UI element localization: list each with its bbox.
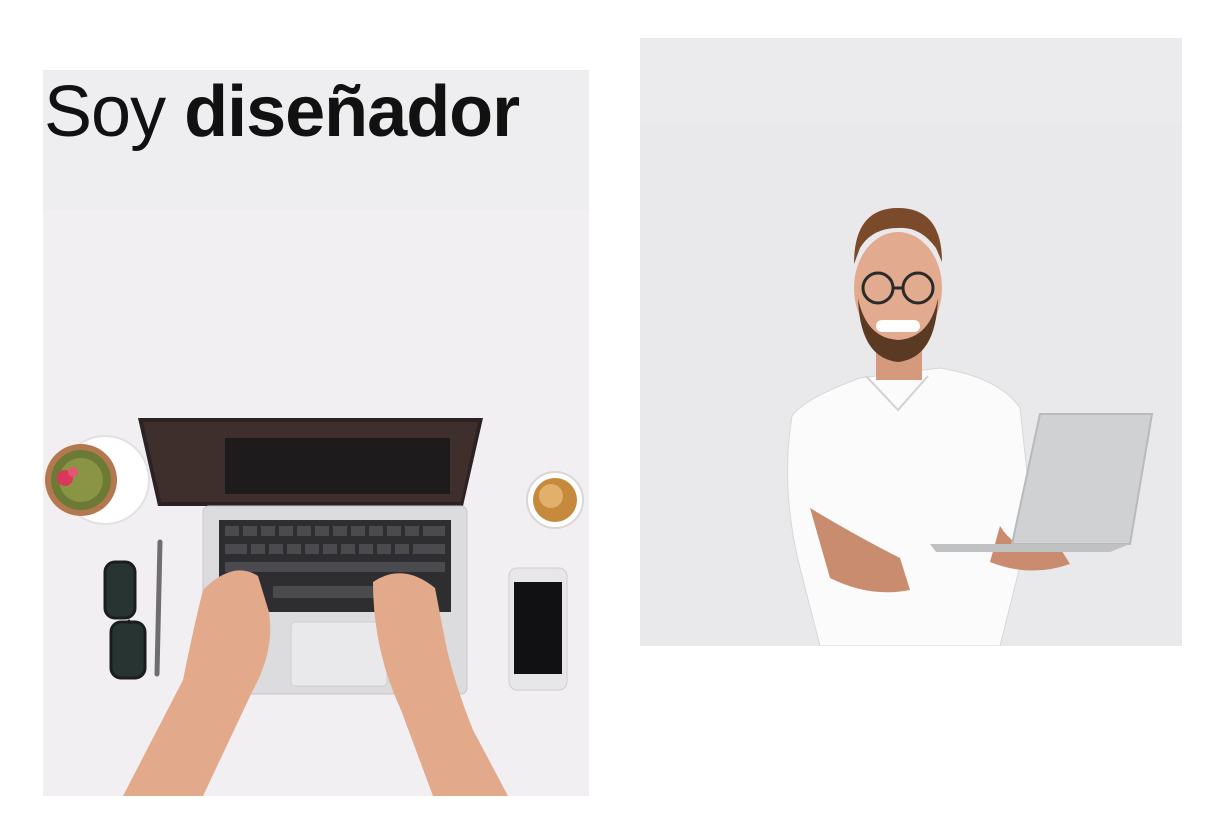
man-with-laptop-photo xyxy=(640,38,1182,646)
headline-light-text: Soy xyxy=(44,72,166,152)
hero-headline: Soy diseñador xyxy=(44,72,520,152)
designer-hero-panel: Soy diseñador xyxy=(43,70,589,796)
white-shirt xyxy=(787,367,1033,646)
portrait-panel xyxy=(640,38,1182,646)
headline-band: Soy diseñador xyxy=(43,70,589,210)
phone xyxy=(508,567,568,691)
headline-bold-text: diseñador xyxy=(184,72,520,152)
pencil xyxy=(154,539,163,677)
coffee-cup xyxy=(526,471,584,529)
desk-laptop-photo xyxy=(43,210,589,796)
